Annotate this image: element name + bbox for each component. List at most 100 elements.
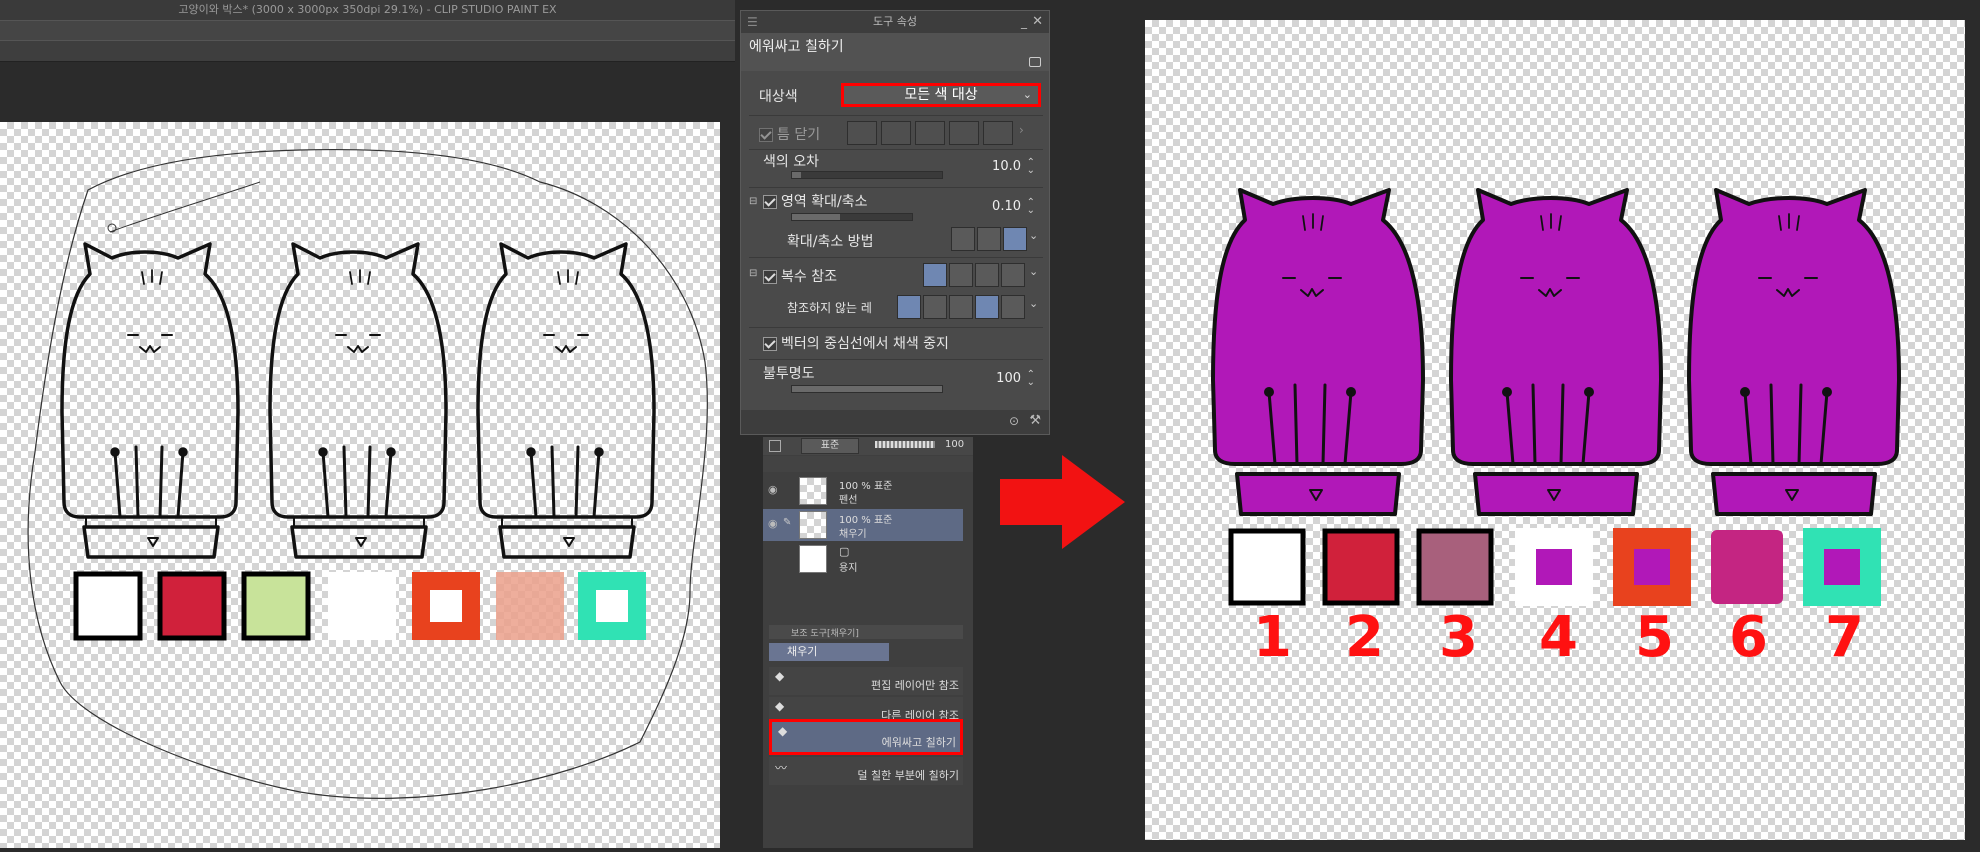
- exclude-paper-icon[interactable]: [975, 295, 999, 319]
- bucket-icon: ◆: [775, 669, 785, 683]
- scale-method-square-icon[interactable]: [951, 227, 975, 251]
- chevron-down-icon: ⌄: [1022, 88, 1032, 101]
- spinner-icon[interactable]: ⌃ ⌄: [1027, 370, 1035, 388]
- collapse-icon[interactable]: ⊟: [749, 268, 757, 279]
- lock-icon[interactable]: [1029, 57, 1041, 67]
- swatch-number: 2: [1345, 605, 1384, 670]
- gap-size-3[interactable]: [915, 121, 945, 145]
- chevron-right-icon[interactable]: ›: [1019, 123, 1024, 137]
- layer-name: 채우기: [839, 529, 867, 540]
- menu-bar[interactable]: [0, 20, 735, 41]
- scale-method-round-icon[interactable]: [977, 227, 1001, 251]
- subtool-item-label: 편집 레이어만 참조: [871, 679, 959, 692]
- gap-size-2[interactable]: [881, 121, 911, 145]
- panel-title: 도구 속성: [873, 15, 917, 28]
- multi-reference-toggle[interactable]: 복수 참조: [763, 266, 837, 286]
- target-color-label: 대상색: [759, 89, 798, 105]
- selected-layer-icon[interactable]: [975, 263, 999, 287]
- divider: [749, 149, 1043, 150]
- vector-stop-label: 벡터의 중심선에서 채색 중지: [781, 336, 949, 352]
- all-layers-icon[interactable]: [923, 263, 947, 287]
- subtool-tab[interactable]: 채우기: [769, 643, 889, 661]
- chevron-down-icon[interactable]: ⌄: [1029, 297, 1038, 310]
- layer-thumbnail: [799, 477, 827, 505]
- eye-icon[interactable]: ◉: [768, 483, 778, 496]
- command-bar[interactable]: [0, 40, 735, 62]
- wrench-icon[interactable]: ⚒: [1029, 413, 1041, 428]
- swatch-2: [1322, 528, 1400, 606]
- area-scaling-toggle[interactable]: 영역 확대/축소: [763, 191, 867, 211]
- no-reference-layer-row: 참조하지 않는 레 ⌄: [751, 295, 1041, 321]
- collapse-icon[interactable]: ⊟: [749, 196, 757, 207]
- canvas-before[interactable]: [0, 122, 720, 848]
- canvas-after: 1 2 3 4 5 6 7: [1145, 20, 1965, 840]
- exclude-edit-icon[interactable]: [949, 295, 973, 319]
- bucket-icon: ◆: [778, 724, 788, 738]
- panel-menu-icon[interactable]: ☰: [747, 11, 758, 33]
- target-color-row: 대상색 모든 색 대상 ⌄: [751, 83, 1041, 109]
- chevron-down-icon[interactable]: ⌄: [1029, 229, 1038, 242]
- target-color-value: 모든 색 대상: [904, 87, 978, 103]
- gap-size-5[interactable]: [983, 121, 1013, 145]
- layer-icon-toolbar[interactable]: [763, 456, 973, 472]
- bucket-icon: ◆: [775, 699, 785, 713]
- close-icon[interactable]: ✕: [1032, 11, 1043, 33]
- swatch-number: 1: [1253, 605, 1292, 670]
- subtool-item-selected[interactable]: ◆ 에워싸고 칠하기: [769, 719, 963, 755]
- area-scaling-label: 영역 확대/축소: [781, 194, 868, 210]
- blend-mode-dropdown[interactable]: 표준: [801, 438, 859, 454]
- chevron-down-icon[interactable]: ⌄: [1029, 265, 1038, 278]
- area-scaling-row: ⊟ 영역 확대/축소 0.10 ⌃ ⌄: [749, 191, 1041, 225]
- exclude-draft-icon[interactable]: [897, 295, 921, 319]
- layer-row-selected[interactable]: ◉ ✎ 100 % 표준 채우기: [763, 509, 963, 541]
- line-art-before: [27, 148, 708, 799]
- exclude-text-icon[interactable]: [923, 295, 947, 319]
- opacity-slider[interactable]: [791, 385, 943, 393]
- exclude-lock-icon[interactable]: [1001, 295, 1025, 319]
- area-scaling-slider[interactable]: [791, 213, 913, 221]
- layer-row[interactable]: ▢ 용지: [763, 543, 963, 575]
- layer-name: 펜선: [839, 495, 858, 506]
- scale-method-darkest-icon[interactable]: [1003, 227, 1027, 251]
- spinner-icon[interactable]: ⌃ ⌄: [1027, 158, 1035, 176]
- subtool-tab-label: 채우기: [787, 645, 818, 658]
- subtool-item[interactable]: ◆ 편집 레이어만 참조: [769, 667, 963, 695]
- gap-size-1[interactable]: [847, 121, 877, 145]
- folder-icon[interactable]: [1001, 263, 1025, 287]
- multi-reference-label: 복수 참조: [781, 269, 837, 285]
- swatch-6: [1711, 530, 1783, 604]
- scaling-method-row: 확대/축소 방법 ⌄: [751, 227, 1041, 253]
- opacity-label: 불투명도: [763, 366, 815, 382]
- spinner-icon[interactable]: ⌃ ⌄: [1027, 198, 1035, 216]
- gap-size-4[interactable]: [949, 121, 979, 145]
- vector-stop-toggle[interactable]: 벡터의 중심선에서 채색 중지: [763, 333, 949, 353]
- swatch-number: 7: [1825, 605, 1864, 670]
- eye-icon[interactable]: ◉: [768, 517, 778, 530]
- subtool-name-header: 에워싸고 칠하기: [741, 33, 1049, 71]
- layer-toolbar: 표준 100: [763, 437, 973, 455]
- paper-icon: ▢: [839, 545, 850, 558]
- arrow-right-icon: [1000, 455, 1125, 549]
- subtool-item[interactable]: 〰 덜 칠한 부분에 칠하기: [769, 757, 963, 785]
- reference-layer-icon[interactable]: [949, 263, 973, 287]
- layer-percent: 100 % 표준: [839, 515, 893, 526]
- swatch-1: [1228, 528, 1306, 606]
- layer-color-icon[interactable]: [769, 440, 781, 452]
- swatch-number: 4: [1539, 605, 1578, 670]
- opacity-row: 불투명도 100 ⌃ ⌄: [751, 363, 1041, 397]
- minimize-icon[interactable]: _: [1021, 11, 1027, 33]
- layer-opacity-slider[interactable]: [875, 441, 935, 448]
- subtool-name: 에워싸고 칠하기: [749, 39, 844, 55]
- tolerance-slider[interactable]: [791, 171, 943, 179]
- subtool-header-label: 보조 도구[채우기]: [791, 629, 859, 639]
- layer-thumbnail: [799, 545, 827, 573]
- checkbox-icon: [763, 337, 777, 351]
- reset-icon[interactable]: ⊙: [1009, 414, 1019, 428]
- subtool-item-label: 덜 칠한 부분에 칠하기: [857, 769, 959, 782]
- filled-art-after: [1211, 188, 1901, 606]
- close-gap-toggle[interactable]: 틈 닫기: [759, 124, 820, 144]
- target-color-dropdown[interactable]: 모든 색 대상 ⌄: [841, 83, 1041, 107]
- layer-row[interactable]: ◉ 100 % 표준 펜선: [763, 475, 963, 507]
- swatch-number: 3: [1439, 605, 1478, 670]
- divider: [749, 359, 1043, 360]
